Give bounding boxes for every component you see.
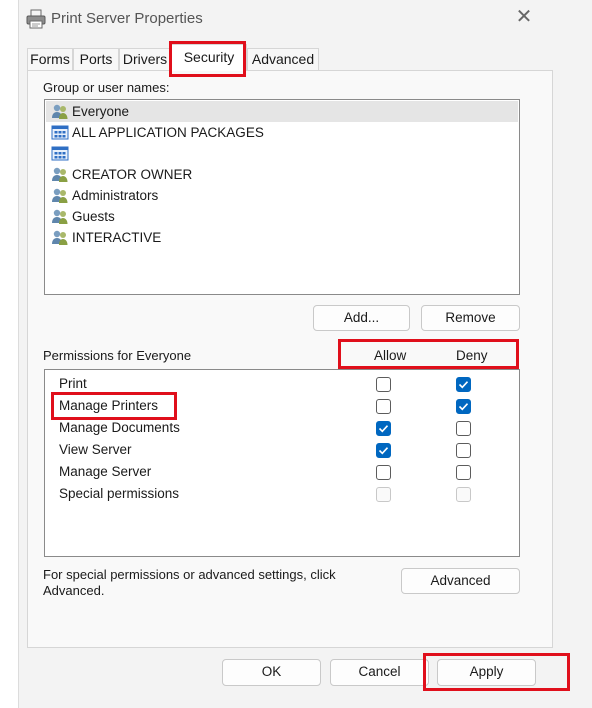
allow-checkbox xyxy=(376,487,391,502)
list-item[interactable] xyxy=(46,143,518,164)
tab-advanced[interactable]: Advanced xyxy=(247,48,319,70)
allow-checkbox[interactable] xyxy=(376,465,391,480)
user-group-icon xyxy=(51,103,69,120)
list-item[interactable]: Guests xyxy=(46,206,518,227)
permission-name: Special permissions xyxy=(59,486,180,501)
user-group-icon xyxy=(51,187,69,204)
list-item[interactable]: Everyone xyxy=(46,101,518,122)
user-name: ALL APPLICATION PACKAGES xyxy=(72,125,264,140)
list-item[interactable]: CREATOR OWNER xyxy=(46,164,518,185)
title-bar: Print Server Properties ✕ xyxy=(19,0,592,40)
user-name: Guests xyxy=(72,209,115,224)
security-panel: Group or user names: Everyone ALL APPLIC… xyxy=(27,70,553,648)
permission-name: Print xyxy=(59,376,87,391)
tab-security[interactable]: Security xyxy=(171,44,247,71)
apply-button[interactable]: Apply xyxy=(437,659,536,686)
deny-checkbox[interactable] xyxy=(456,399,471,414)
permission-row-special-permissions: Special permissions xyxy=(45,483,519,505)
remove-button[interactable]: Remove xyxy=(421,305,520,331)
permissions-for-label: Permissions for Everyone xyxy=(43,348,192,363)
app-packages-icon xyxy=(51,124,69,141)
permission-row-manage-printers: Manage Printers xyxy=(45,395,519,417)
advanced-button[interactable]: Advanced xyxy=(401,568,520,594)
tab-forms[interactable]: Forms xyxy=(27,48,73,70)
tab-ports[interactable]: Ports xyxy=(73,48,119,70)
permission-row-print: Print xyxy=(45,373,519,395)
list-item[interactable]: ALL APPLICATION PACKAGES xyxy=(46,122,518,143)
deny-checkbox[interactable] xyxy=(456,465,471,480)
allow-checkbox[interactable] xyxy=(376,443,391,458)
permission-row-view-server: View Server xyxy=(45,439,519,461)
permissions-list: Print Manage Printers Manage Documents V… xyxy=(44,369,520,557)
permission-row-manage-server: Manage Server xyxy=(45,461,519,483)
user-group-icon xyxy=(51,229,69,246)
close-icon[interactable]: ✕ xyxy=(513,6,535,28)
printer-icon xyxy=(25,8,47,30)
special-permissions-note: For special permissions or advanced sett… xyxy=(43,567,336,598)
list-item[interactable]: INTERACTIVE xyxy=(46,227,518,248)
ok-button[interactable]: OK xyxy=(222,659,321,686)
tab-drivers[interactable]: Drivers xyxy=(119,48,171,70)
permission-name: Manage Documents xyxy=(59,420,180,435)
user-name: Administrators xyxy=(72,188,159,203)
window-title: Print Server Properties xyxy=(51,10,203,27)
add-button[interactable]: Add... xyxy=(313,305,410,331)
deny-column-header: Deny xyxy=(456,348,488,363)
permission-name: View Server xyxy=(59,442,132,457)
permission-name: Manage Printers xyxy=(59,398,159,413)
user-group-icon xyxy=(51,166,69,183)
print-server-properties-window: Print Server Properties ✕ Forms Ports Dr… xyxy=(18,0,592,708)
user-group-icon xyxy=(51,208,69,225)
deny-checkbox[interactable] xyxy=(456,443,471,458)
user-name: CREATOR OWNER xyxy=(72,167,193,182)
allow-column-header: Allow xyxy=(374,348,407,363)
allow-checkbox[interactable] xyxy=(376,421,391,436)
deny-checkbox[interactable] xyxy=(456,377,471,392)
dialog-footer: OK Cancel Apply xyxy=(19,648,592,708)
list-item[interactable]: Administrators xyxy=(46,185,518,206)
deny-checkbox xyxy=(456,487,471,502)
group-or-user-names-label: Group or user names: xyxy=(43,80,170,95)
allow-checkbox[interactable] xyxy=(376,399,391,414)
deny-checkbox[interactable] xyxy=(456,421,471,436)
permission-name: Manage Server xyxy=(59,464,152,479)
user-name: INTERACTIVE xyxy=(72,230,162,245)
allow-checkbox[interactable] xyxy=(376,377,391,392)
cancel-button[interactable]: Cancel xyxy=(330,659,429,686)
permission-row-manage-documents: Manage Documents xyxy=(45,417,519,439)
app-packages-icon xyxy=(51,145,69,162)
user-list[interactable]: Everyone ALL APPLICATION PACKAGES CREATO… xyxy=(44,99,520,295)
user-name: Everyone xyxy=(72,104,130,119)
